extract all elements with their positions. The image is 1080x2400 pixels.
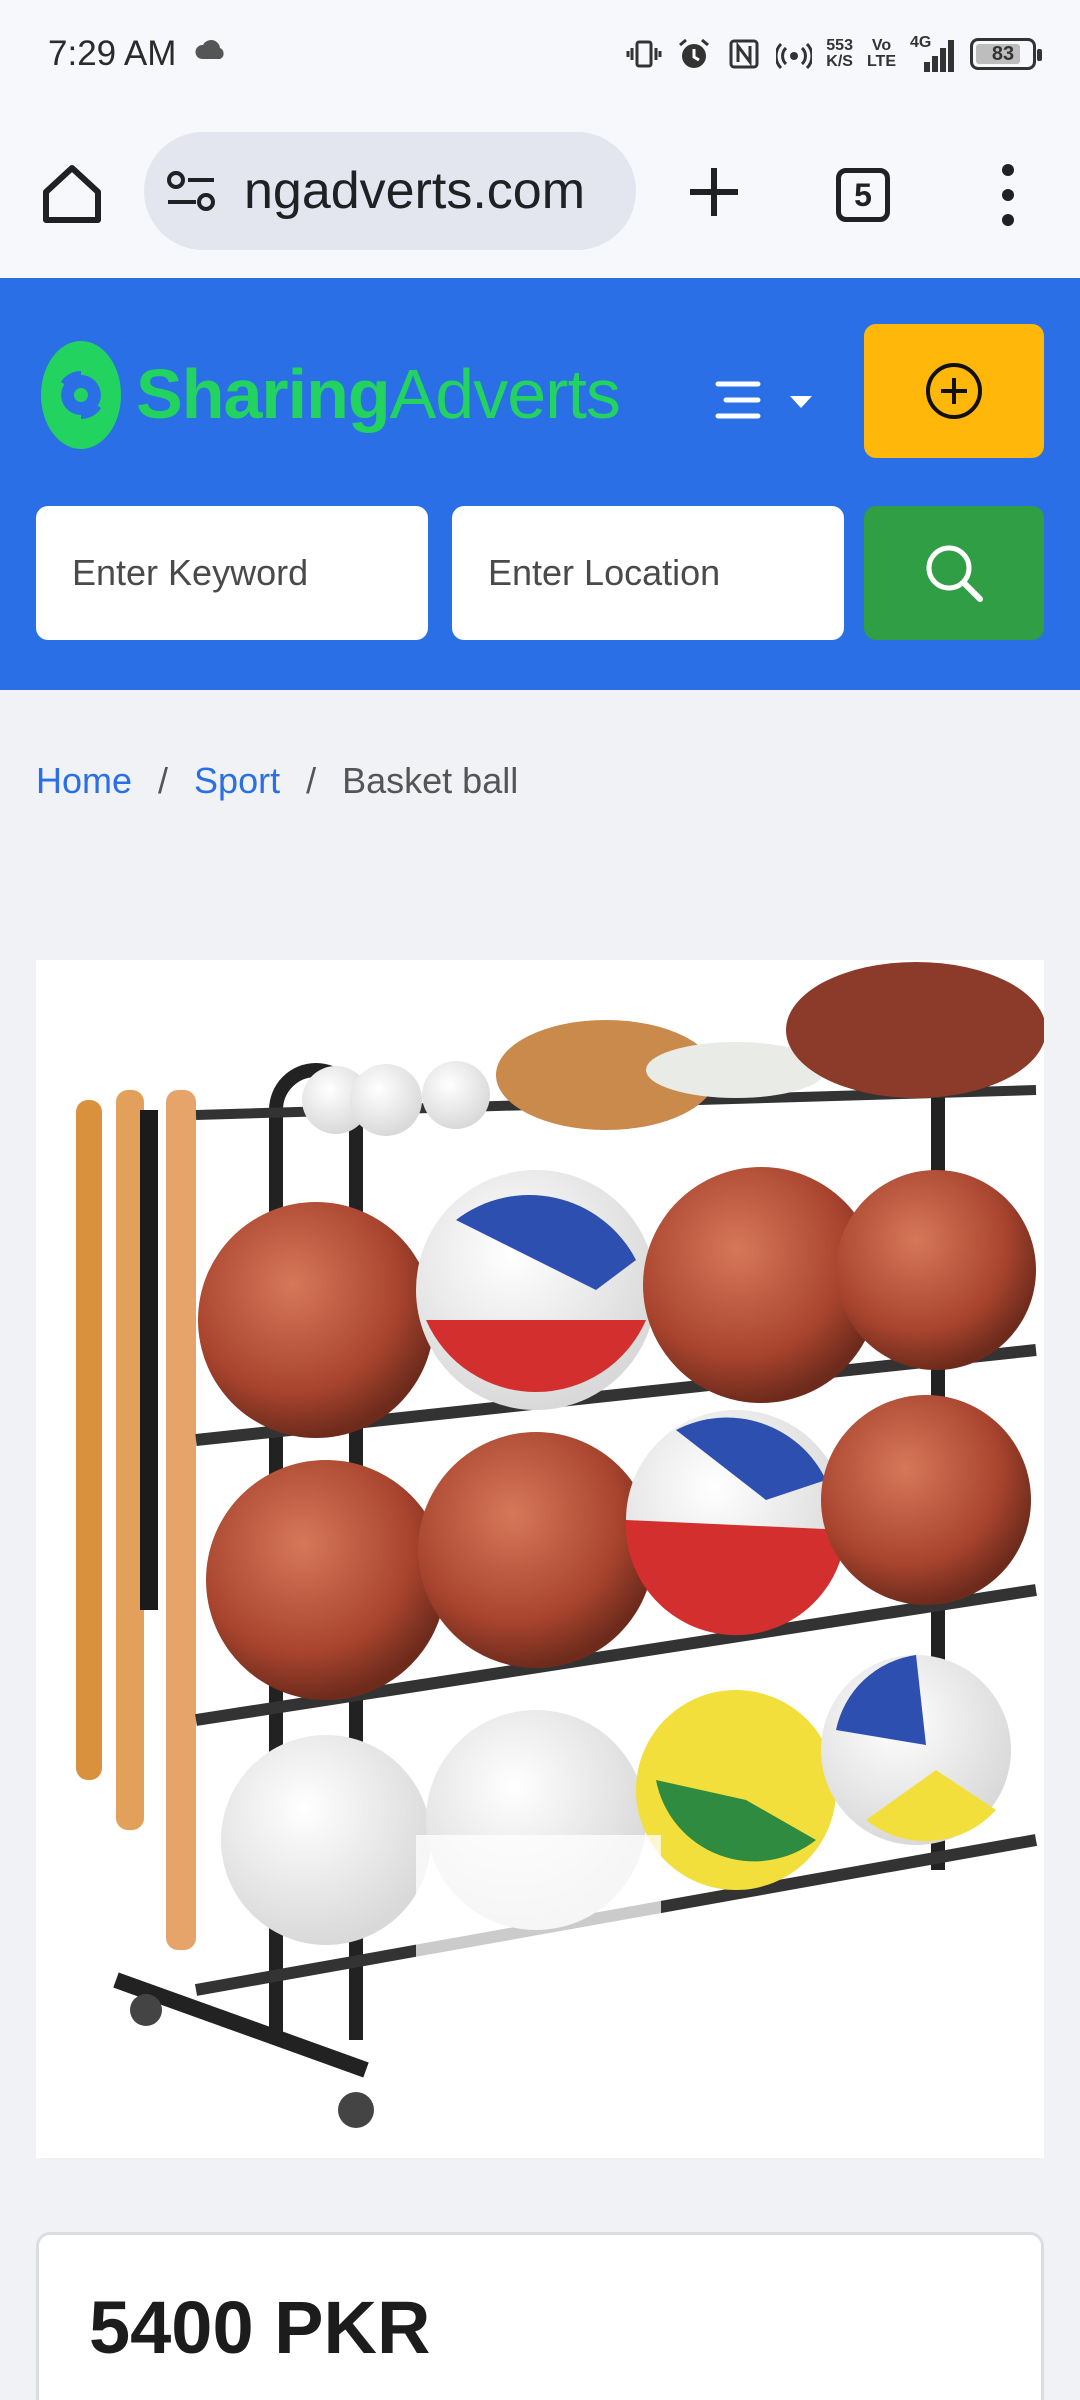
location-input[interactable] (452, 506, 844, 640)
product-image[interactable] (36, 960, 1044, 2158)
signal-icon: 4G (910, 34, 956, 74)
site-logo[interactable]: SharingAdverts (38, 334, 621, 454)
breadcrumb-separator: / (306, 760, 317, 801)
ball-rack-illustration (76, 962, 1044, 2128)
menu-toggle-icon[interactable] (714, 370, 824, 430)
home-icon[interactable] (36, 158, 108, 230)
site-settings-icon[interactable] (166, 168, 216, 214)
cloud-icon (195, 40, 224, 59)
breadcrumb-current: Basket ball (342, 760, 519, 801)
network-speed: 553 K/S (826, 37, 853, 70)
breadcrumb-sport[interactable]: Sport (194, 760, 280, 802)
browser-toolbar: ngadverts.com 5 (0, 108, 1080, 278)
battery-icon: 83 (970, 38, 1042, 70)
alarm-icon (679, 38, 710, 68)
price-card: 5400 PKR (36, 2232, 1044, 2400)
address-bar[interactable]: ngadverts.com (144, 132, 636, 250)
post-ad-button[interactable] (864, 324, 1044, 458)
volte-indicator: Vo LTE (866, 37, 896, 70)
plus-circle-icon (926, 363, 982, 419)
status-time: 7:29 AM (48, 34, 177, 73)
search-button[interactable] (864, 506, 1044, 640)
search-icon (926, 545, 983, 602)
tabs-button[interactable]: 5 (836, 168, 890, 222)
site-header: SharingAdverts (0, 278, 1080, 690)
new-tab-icon[interactable] (678, 156, 750, 228)
url-text[interactable]: ngadverts.com (244, 132, 585, 250)
nfc-icon (729, 39, 759, 69)
breadcrumb: Home / Sport / Basket ball (36, 760, 518, 802)
status-bar: 7:29 AM 553 K/S Vo LTE 4G 83 (0, 0, 1080, 108)
hotspot-icon (776, 42, 813, 70)
vibrate-icon (626, 40, 662, 68)
logo-mark-icon (41, 341, 121, 449)
breadcrumb-separator: / (158, 760, 169, 801)
listing-price: 5400 PKR (89, 2286, 431, 2369)
logo-text: SharingAdverts (136, 355, 621, 433)
breadcrumb-home[interactable]: Home (36, 760, 132, 802)
more-menu-icon[interactable] (988, 160, 1028, 230)
keyword-input[interactable] (36, 506, 428, 640)
